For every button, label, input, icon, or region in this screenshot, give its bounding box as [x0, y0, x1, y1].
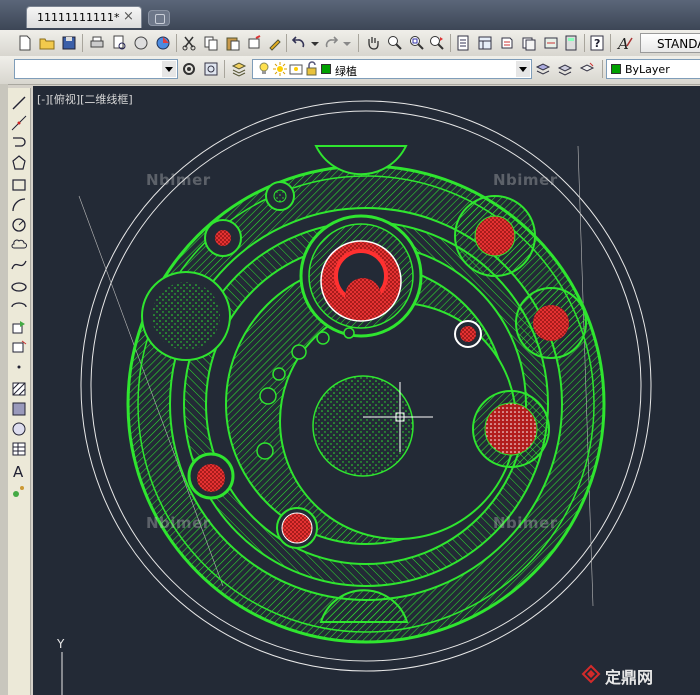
copy-icon[interactable] — [202, 34, 220, 52]
top-planter-core — [345, 278, 381, 314]
markup-icon[interactable] — [542, 34, 560, 52]
make-current-layer-icon[interactable] — [534, 60, 552, 78]
new-file-icon[interactable] — [16, 34, 34, 52]
tool-palettes-icon[interactable] — [498, 34, 516, 52]
circle-icon[interactable] — [10, 216, 28, 234]
document-tab-title: 11111111111* — [37, 11, 120, 24]
model-space-canvas[interactable]: [-][俯视][二维线框] Nbimer Nbimer Nbimer Nbime… — [33, 86, 700, 695]
pan-hand-icon[interactable] — [364, 34, 382, 52]
paste-icon[interactable] — [224, 34, 242, 52]
color-swatch — [611, 64, 621, 74]
line-icon[interactable] — [10, 94, 28, 112]
ucs-y-label: Y — [57, 638, 65, 651]
polyline-icon[interactable] — [10, 134, 28, 152]
layer-color-swatch — [321, 64, 331, 74]
revision-cloud-icon[interactable] — [10, 236, 28, 254]
insert-block-icon[interactable] — [10, 318, 28, 336]
close-icon[interactable]: × — [123, 9, 134, 24]
watermark: Nbimer — [146, 514, 211, 532]
current-layer-name: 绿植 — [335, 65, 357, 78]
text-style-icon[interactable]: A — [616, 34, 634, 53]
layer-previous-icon[interactable] — [556, 60, 574, 78]
bottom-planter — [281, 512, 313, 544]
design-center-icon[interactable] — [476, 34, 494, 52]
top-small-ring-inner — [273, 189, 287, 203]
quickcalc-icon[interactable] — [562, 34, 580, 52]
properties-icon[interactable] — [454, 34, 472, 52]
svg-text:A: A — [616, 35, 629, 52]
workspace-settings-icon[interactable] — [180, 60, 198, 78]
text-style-value: STANDA — [657, 37, 700, 51]
3d-dwf-icon[interactable] — [154, 34, 172, 52]
print-icon[interactable] — [88, 34, 106, 52]
open-folder-icon[interactable] — [38, 34, 56, 52]
watermark: Nbimer — [493, 171, 558, 189]
brand-text: 定鼎网 — [605, 668, 654, 687]
arc-icon[interactable] — [10, 196, 28, 214]
lower-left-planter — [197, 464, 225, 492]
workspace-select[interactable] — [14, 59, 178, 79]
left-lawn-inner — [152, 282, 220, 350]
brand-logo-icon — [581, 664, 601, 684]
new-tab-button[interactable] — [148, 10, 170, 26]
small-right-planter-core — [460, 326, 476, 342]
draw-palette: A — [8, 88, 31, 695]
redo-dropdown-icon[interactable] — [338, 34, 356, 52]
cut-icon[interactable] — [180, 34, 198, 52]
text-style-select[interactable]: STANDA — [640, 33, 700, 53]
help-icon[interactable]: ? — [588, 34, 606, 52]
viewport-label[interactable]: [-][俯视][二维线框] — [37, 91, 133, 107]
color-control-select[interactable]: ByLayer — [606, 59, 700, 79]
publish-icon[interactable] — [132, 34, 150, 52]
hatch-icon[interactable] — [10, 380, 28, 398]
block-icon[interactable] — [246, 34, 264, 52]
right-mid-planter — [533, 305, 569, 341]
save-icon[interactable] — [60, 34, 78, 52]
make-block-icon[interactable] — [10, 338, 28, 356]
add-selected-icon[interactable] — [10, 482, 28, 500]
center-lawn — [312, 375, 414, 477]
layer-states-icon[interactable] — [578, 60, 596, 78]
chevron-down-icon[interactable] — [162, 61, 176, 77]
layer-properties-icon[interactable] — [230, 60, 248, 78]
match-properties-icon[interactable] — [266, 34, 284, 52]
zoom-previous-icon[interactable] — [428, 34, 446, 52]
print-preview-icon[interactable] — [110, 34, 128, 52]
top-left-planter — [215, 230, 231, 246]
sheet-set-icon[interactable] — [520, 34, 538, 52]
svg-text:?: ? — [594, 37, 600, 50]
workspace-lock-icon[interactable] — [202, 60, 220, 78]
chevron-down-icon[interactable] — [516, 61, 530, 77]
ucs-icon: Y — [57, 638, 65, 695]
watermark: Nbimer — [146, 171, 211, 189]
lock-open-icon[interactable] — [303, 60, 321, 78]
ellipse-icon[interactable] — [10, 278, 28, 296]
polygon-icon[interactable] — [10, 154, 28, 172]
layers-toolbar: 绿植 ByLayer — [0, 56, 700, 85]
layer-select[interactable]: 绿植 — [252, 59, 532, 79]
drawing-area[interactable] — [33, 86, 700, 695]
document-tab-bar: 11111111111* × — [0, 0, 700, 30]
construction-line-icon[interactable] — [10, 114, 28, 132]
document-tab[interactable]: 11111111111* × — [26, 6, 142, 28]
watermark: Nbimer — [493, 514, 558, 532]
svg-text:A: A — [13, 463, 24, 480]
standard-toolbar: ? A — [0, 30, 700, 57]
zoom-realtime-icon[interactable] — [386, 34, 404, 52]
left-dock-edge — [0, 84, 8, 695]
point-icon[interactable] — [10, 358, 28, 376]
ellipse-arc-icon[interactable] — [10, 298, 28, 316]
gradient-icon[interactable] — [10, 400, 28, 418]
zoom-window-icon[interactable] — [408, 34, 426, 52]
color-control-value: ByLayer — [625, 63, 670, 76]
multiline-text-icon[interactable]: A — [10, 462, 28, 481]
region-icon[interactable] — [10, 420, 28, 438]
spline-icon[interactable] — [10, 256, 28, 274]
rectangle-icon[interactable] — [10, 176, 28, 194]
right-upper-planter — [474, 215, 516, 257]
right-lower-planter — [484, 402, 538, 456]
table-icon[interactable] — [10, 440, 28, 458]
